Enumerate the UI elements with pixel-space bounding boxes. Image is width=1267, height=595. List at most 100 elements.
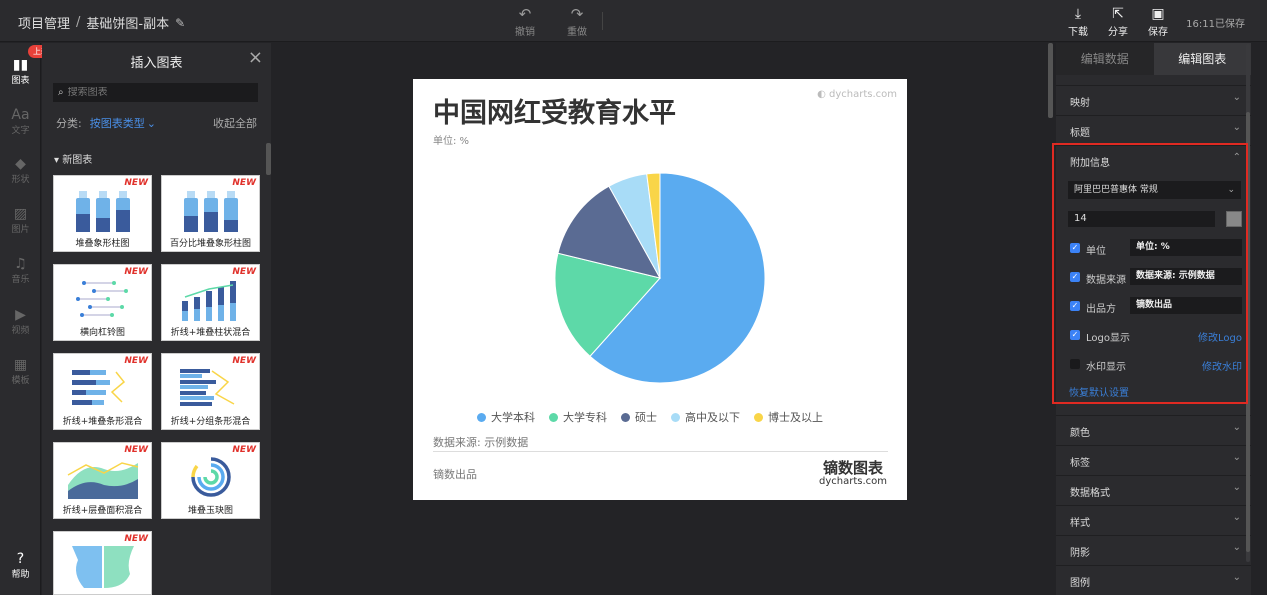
search-input[interactable] [67, 87, 238, 98]
legend-label: 大学专科 [563, 411, 607, 424]
chart-card-line-grouped-bar[interactable]: NEW 折线+分组条形混合 [161, 353, 260, 430]
section-new-charts[interactable]: ▾ 新图表 [54, 151, 92, 166]
thumbnail [184, 191, 238, 232]
filter-dropdown[interactable]: 按图表类型 [90, 117, 145, 130]
chevron-down-icon: ⌄ [1232, 542, 1241, 553]
chart-legend[interactable]: 大学本科 大学专科 硕士 高中及以下 博士及以上 [477, 409, 823, 425]
help-label: 帮助 [11, 570, 30, 580]
breadcrumb-separator: / [76, 15, 81, 30]
close-icon[interactable]: × [248, 47, 263, 68]
new-tag: NEW [232, 356, 256, 366]
brand-logo: 镝数图表 dycharts.com [819, 460, 887, 488]
chart-card-line-stacked-column[interactable]: NEW 折线+堆叠柱状混合 [161, 264, 260, 341]
undo-button[interactable]: ↶ 撤销 [510, 5, 540, 39]
section-color[interactable]: 颜色 ⌄ [1056, 415, 1251, 444]
chart-page[interactable]: 中国网红受教育水平 ◐ dycharts.com 单位: % 大学本科 大学专科硕… [413, 79, 907, 500]
collapse-all-link[interactable]: 收起全部 [213, 115, 257, 131]
search-box[interactable]: ⌕ [53, 83, 258, 102]
section-shadow[interactable]: 阴影 ⌄ [1056, 535, 1251, 564]
rail-label: 文字 [11, 126, 30, 136]
section-label: 样式 [1070, 518, 1090, 529]
canvas-scrollbar[interactable] [1048, 43, 1053, 118]
thumbnail [67, 462, 139, 499]
tab-edit-data[interactable]: 编辑数据 [1056, 43, 1154, 75]
legend-label: 高中及以下 [685, 411, 740, 424]
top-bar: 项目管理 / 基础饼图-副本 ✎ ↶ 撤销 ↷ 重做 ⤓ 下载 ⇱ 分享 ▣ 保… [0, 0, 1267, 42]
rail-item-image[interactable]: ▨ 图片 [0, 206, 41, 235]
chart-producer[interactable]: 镝数出品 [433, 466, 477, 482]
highlight-box [1052, 143, 1248, 404]
section-data-format[interactable]: 数据格式 ⌄ [1056, 475, 1251, 504]
chart-card-comparison-pictorial[interactable]: NEW [53, 531, 152, 595]
section-label: 标题 [1070, 128, 1090, 139]
legend-swatch [754, 412, 763, 422]
toolbar-divider [602, 12, 603, 30]
chevron-down-icon: ⌄ [1232, 422, 1241, 433]
chart-source[interactable]: 数据来源: 示例数据 [433, 434, 528, 450]
rail-item-text[interactable]: Aa 文字 [0, 107, 41, 136]
edit-title-icon[interactable]: ✎ [175, 16, 185, 30]
legend-item[interactable]: 高中及以下 [671, 409, 740, 425]
download-button[interactable]: ⤓ 下载 [1065, 5, 1091, 38]
chevron-down-icon: ⌄ [1232, 482, 1241, 493]
tab-edit-chart[interactable]: 编辑图表 [1153, 43, 1251, 75]
share-button[interactable]: ⇱ 分享 [1105, 5, 1131, 38]
rail-label: 图表 [11, 76, 30, 86]
share-label: 分享 [1108, 27, 1128, 38]
new-tag: NEW [232, 178, 256, 188]
undo-icon: ↶ [518, 5, 532, 23]
chevron-down-icon[interactable]: ⌄ [147, 117, 156, 130]
rail-item-template[interactable]: ▦ 模板 [0, 357, 41, 386]
new-tag: NEW [232, 445, 256, 455]
section-label: 数据格式 [1070, 488, 1110, 499]
help-icon: ? [16, 551, 25, 567]
rail-item-music[interactable]: ♫ 音乐 [0, 256, 41, 285]
chart-card-line-stacked-bar[interactable]: NEW 折线+堆叠条形混合 [53, 353, 152, 430]
legend-item[interactable]: 大学本科 [477, 409, 535, 425]
legend-item[interactable]: 大学专科 [549, 409, 607, 425]
redo-button[interactable]: ↷ 重做 [562, 6, 592, 39]
chevron-down-icon: ⌄ [1232, 92, 1241, 103]
brand-name-en: dycharts.com [818, 476, 887, 487]
chart-card-percent-stacked-pictorial-bar[interactable]: NEW 百分比堆叠象形柱图 [161, 175, 260, 252]
chevron-down-icon: ⌄ [1232, 452, 1241, 463]
breadcrumb: 项目管理 / 基础饼图-副本 ✎ [18, 13, 185, 32]
legend-label: 大学本科 [491, 411, 535, 424]
share-icon: ⇱ [1112, 6, 1124, 22]
chart-card-horizontal-dumbbell[interactable]: NEW 横向杠铃图 [53, 264, 152, 341]
rail-label: 形状 [11, 175, 30, 185]
breadcrumb-root[interactable]: 项目管理 [18, 13, 70, 32]
insert-chart-panel: 插入图表 × ⌕ 分类: 按图表类型⌄ 收起全部 ▾ 新图表 NEW 堆叠象形柱图… [42, 43, 271, 595]
breadcrumb-current: 基础饼图-副本 [86, 17, 170, 32]
card-label: 折线+层叠面积混合 [62, 506, 143, 516]
thumbnail [72, 370, 126, 405]
thumbnail [76, 191, 130, 232]
save-button[interactable]: ▣ 保存 [1145, 5, 1171, 38]
help-button[interactable]: ? 帮助 [0, 551, 41, 580]
section-style[interactable]: 样式 ⌄ [1056, 505, 1251, 534]
panel-scrollbar[interactable] [266, 143, 271, 175]
legend-item[interactable]: 博士及以上 [754, 409, 823, 425]
save-status: 16:11已保存 [1186, 19, 1245, 30]
rail-item-video[interactable]: ▶ 视频 [0, 307, 41, 336]
section-title[interactable]: 标题 ⌄ [1056, 115, 1251, 144]
chart-card-stacked-pictorial-bar[interactable]: NEW 堆叠象形柱图 [53, 175, 152, 252]
section-mapping[interactable]: 映射 ⌄ [1056, 85, 1251, 114]
chart-divider [433, 451, 888, 452]
rail-label: 音乐 [11, 275, 30, 285]
card-label: 百分比堆叠象形柱图 [169, 239, 251, 249]
section-label: 映射 [1070, 98, 1090, 109]
music-icon: ♫ [14, 256, 27, 272]
rail-item-chart[interactable]: ▮▮ 图表 [0, 57, 41, 86]
section-label: 阴影 [1070, 548, 1090, 559]
thumbnail [180, 369, 235, 406]
section-legend[interactable]: 图例 ⌄ [1056, 565, 1251, 594]
chart-icon: ▮▮ [12, 57, 29, 73]
legend-item[interactable]: 硕士 [621, 409, 657, 425]
rail-item-shape[interactable]: ◆ 形状 [0, 156, 41, 185]
chart-card-stacked-radial-bar[interactable]: NEW 堆叠玉玦图 [161, 442, 260, 519]
section-label-settings[interactable]: 标签 ⌄ [1056, 445, 1251, 474]
chart-card-line-layered-area[interactable]: NEW 折线+层叠面积混合 [53, 442, 152, 519]
section-label: 颜色 [1070, 428, 1090, 439]
card-label: 折线+堆叠条形混合 [62, 417, 143, 427]
